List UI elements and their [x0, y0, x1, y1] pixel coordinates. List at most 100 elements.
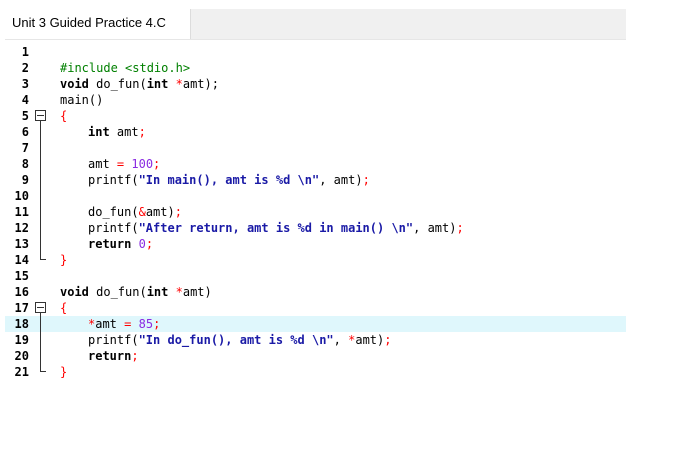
identifier: do_fun(	[88, 77, 147, 91]
code-line[interactable]: 13 return 0;	[5, 236, 626, 252]
tab-label: Unit 3 Guided Practice 4.C	[12, 15, 166, 30]
code-text: {	[60, 108, 67, 124]
string-literal: "After return, amt is %d in main() \n"	[138, 221, 414, 235]
code-text: *amt = 85;	[88, 316, 160, 332]
identifier: , amt)	[413, 221, 457, 235]
line-number: 18	[14, 317, 29, 331]
semicolon: ;	[362, 173, 370, 187]
fold-guide-line	[40, 313, 41, 371]
code-line[interactable]: 14 }	[5, 252, 626, 268]
line-number: 2	[21, 61, 29, 75]
code-line[interactable]: 7	[5, 140, 626, 156]
code-line[interactable]: 16 void do_fun(int *amt)	[5, 284, 626, 300]
code-line[interactable]: 20 return;	[5, 348, 626, 364]
code-line[interactable]: 2 #include <stdio.h>	[5, 60, 626, 76]
line-number: 16	[14, 285, 29, 299]
code-text: void do_fun(int *amt)	[60, 284, 212, 300]
line-number: 17	[14, 301, 29, 315]
identifier: ,	[333, 333, 349, 347]
fold-end-marker	[40, 259, 46, 260]
fold-toggle-icon[interactable]	[35, 302, 46, 313]
function-call: printf(	[88, 173, 139, 187]
line-number: 13	[14, 237, 29, 251]
semicolon: ;	[153, 317, 161, 331]
line-number: 20	[14, 349, 29, 363]
identifier: amt	[109, 125, 139, 139]
code-text: printf("In main(), amt is %d \n", amt);	[88, 172, 370, 188]
preprocessor-directive: #include <stdio.h>	[60, 61, 191, 75]
line-number: 8	[21, 157, 29, 171]
line-number: 4	[21, 93, 29, 107]
keyword: int	[146, 77, 169, 91]
number-literal: 100	[124, 157, 154, 171]
semicolon: ;	[145, 237, 154, 251]
tab-unit3-guided-practice[interactable]: Unit 3 Guided Practice 4.C	[5, 9, 191, 39]
code-text: {	[60, 300, 67, 316]
number-literal: 0	[131, 237, 146, 251]
operator: *	[168, 285, 183, 299]
identifier: amt	[95, 317, 125, 331]
code-text: printf("After return, amt is %d in main(…	[88, 220, 464, 236]
identifier: amt)	[145, 205, 175, 219]
code-line[interactable]: 1	[5, 44, 626, 60]
semicolon: ;	[456, 221, 464, 235]
keyword: return	[88, 349, 132, 363]
code-text: }	[60, 364, 67, 380]
code-line[interactable]: 15	[5, 268, 626, 284]
code-line[interactable]: 5 {	[5, 108, 626, 124]
semicolon: ;	[153, 157, 161, 171]
code-line[interactable]: 3 void do_fun(int *amt);	[5, 76, 626, 92]
number-literal: 85	[131, 317, 154, 331]
function-call: printf(	[88, 333, 139, 347]
line-number: 7	[21, 141, 29, 155]
line-number: 19	[14, 333, 29, 347]
code-text: return 0;	[88, 236, 153, 252]
code-text: }	[60, 252, 67, 268]
fold-guide-line	[40, 121, 41, 259]
code-line[interactable]: 17 {	[5, 300, 626, 316]
function-call: printf(	[88, 221, 139, 235]
string-literal: "In do_fun(), amt is %d \n"	[138, 333, 334, 347]
code-line-highlighted[interactable]: 18 *amt = 85;	[5, 316, 626, 332]
code-text: main()	[60, 93, 104, 107]
identifier: , amt)	[319, 173, 363, 187]
brace: {	[60, 301, 68, 315]
semicolon: ;	[131, 349, 139, 363]
fold-toggle-icon[interactable]	[35, 110, 46, 121]
brace: {	[60, 109, 68, 123]
line-number: 3	[21, 77, 29, 91]
semicolon: ;	[174, 205, 182, 219]
keyword: int	[88, 125, 110, 139]
keyword: void	[60, 285, 89, 299]
code-line[interactable]: 4 main()	[5, 92, 626, 108]
line-number: 9	[21, 173, 29, 187]
code-text: int amt;	[88, 124, 146, 140]
identifier: amt	[88, 157, 117, 171]
operator: &	[138, 205, 146, 219]
brace: }	[60, 253, 68, 267]
line-number: 11	[14, 205, 29, 219]
fold-end-marker	[40, 371, 46, 372]
line-number: 5	[21, 109, 29, 123]
keyword: return	[88, 237, 132, 251]
code-editor[interactable]: 1 2 #include <stdio.h> 3 void do_fun(int…	[5, 40, 626, 432]
code-line[interactable]: 8 amt = 100;	[5, 156, 626, 172]
code-line[interactable]: 12 printf("After return, amt is %d in ma…	[5, 220, 626, 236]
identifier: amt);	[182, 77, 219, 91]
code-text: void do_fun(int *amt);	[60, 76, 219, 92]
code-text: #include <stdio.h>	[60, 60, 190, 76]
code-line[interactable]: 10	[5, 188, 626, 204]
semicolon: ;	[384, 333, 392, 347]
function-call: do_fun(	[88, 205, 139, 219]
string-literal: "In main(), amt is %d \n"	[138, 173, 320, 187]
code-line[interactable]: 11 do_fun(&amt);	[5, 204, 626, 220]
code-text: return;	[88, 348, 139, 364]
code-line[interactable]: 19 printf("In do_fun(), amt is %d \n", *…	[5, 332, 626, 348]
code-line[interactable]: 6 int amt;	[5, 124, 626, 140]
line-number: 12	[14, 221, 29, 235]
identifier: amt)	[182, 285, 212, 299]
tab-bar: Unit 3 Guided Practice 4.C	[5, 9, 626, 39]
line-number: 6	[21, 125, 29, 139]
code-line[interactable]: 9 printf("In main(), amt is %d \n", amt)…	[5, 172, 626, 188]
code-line[interactable]: 21 }	[5, 364, 626, 380]
